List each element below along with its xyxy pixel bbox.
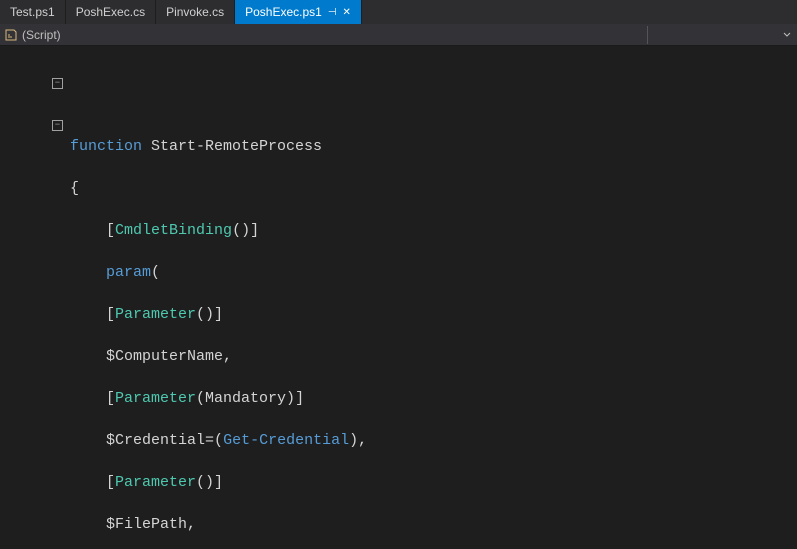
fold-gutter: − − bbox=[0, 52, 64, 136]
tab-label: PoshExec.cs bbox=[76, 5, 145, 19]
tab-pinvoke[interactable]: Pinvoke.cs bbox=[156, 0, 235, 24]
func-name: Start-RemoteProcess bbox=[142, 138, 322, 155]
script-icon bbox=[4, 28, 18, 42]
dropdown-bar: (Script) bbox=[0, 24, 797, 46]
keyword: function bbox=[70, 138, 142, 155]
tab-test[interactable]: Test.ps1 bbox=[0, 0, 66, 24]
fold-toggle[interactable]: − bbox=[52, 120, 63, 131]
fold-toggle[interactable]: − bbox=[52, 78, 63, 89]
close-icon[interactable]: ✕ bbox=[343, 7, 351, 18]
tab-label: Pinvoke.cs bbox=[166, 5, 224, 19]
scope-dropdown[interactable]: (Script) bbox=[22, 28, 61, 42]
chevron-down-icon bbox=[783, 31, 791, 39]
member-dropdown[interactable] bbox=[647, 26, 797, 44]
pin-icon[interactable]: ⊣ bbox=[328, 7, 337, 18]
code-editor[interactable]: − − function Start-RemoteProcess { [Cmdl… bbox=[0, 46, 797, 549]
brace: { bbox=[70, 180, 79, 197]
tab-poshexec-cs[interactable]: PoshExec.cs bbox=[66, 0, 156, 24]
tab-bar: Test.ps1 PoshExec.cs Pinvoke.cs PoshExec… bbox=[0, 0, 797, 24]
tab-label: Test.ps1 bbox=[10, 5, 55, 19]
tab-poshexec-ps1[interactable]: PoshExec.ps1 ⊣ ✕ bbox=[235, 0, 362, 24]
tab-label: PoshExec.ps1 bbox=[245, 5, 322, 19]
